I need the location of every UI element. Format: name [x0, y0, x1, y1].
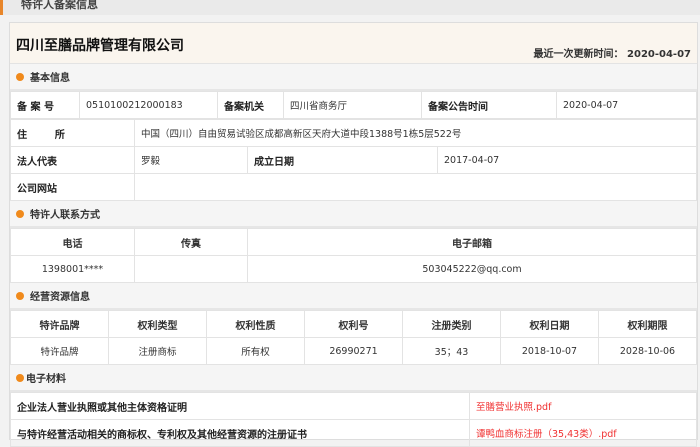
label: 法人代表 — [10, 146, 135, 174]
label: 住 所 — [10, 119, 135, 147]
email: 503045222@qq.com — [247, 255, 697, 283]
section-basic: 基本信息 — [10, 64, 697, 91]
section-resources: 经营资源信息 — [10, 283, 697, 310]
authority: 四川省商务厅 — [283, 91, 422, 119]
bullet-icon — [16, 373, 24, 382]
bullet-icon — [16, 209, 24, 218]
record-no: 0510100212000183 — [79, 91, 218, 119]
label: 备 案 号 — [10, 91, 80, 119]
basic-info-table-2: 住 所中国（四川）自由贸易试验区成都高新区天府大道中段1388号1栋5层522号… — [10, 119, 697, 201]
file-link[interactable]: 谭鸭血商标注册（35,43类）.pdf — [476, 429, 617, 440]
basic-info-table: 备 案 号 0510100212000183 备案机关 四川省商务厅 备案公告时间 202… — [10, 91, 697, 119]
material-label: 与特许经营活动相关的商标权、专利权及其他经营资源的注册证书 — [10, 419, 470, 447]
cell: 35；43 — [402, 337, 501, 365]
last-updated: 最近一次更新时间： 2020-04-07 — [533, 49, 691, 60]
resources-table: 特许品牌 权利类型 权利性质 权利号 注册类别 权利日期 权利期限 特许品牌 注册商标 所有权 2… — [10, 310, 697, 365]
header-cell: 权利期限 — [598, 310, 697, 338]
label: 成立日期 — [247, 146, 438, 174]
header-cell: 权利日期 — [500, 310, 599, 338]
label: 公司网站 — [10, 173, 135, 201]
section-contact: 特许人联系方式 — [10, 201, 697, 228]
company-header: 四川至膳品牌管理有限公司 最近一次更新时间： 2020-04-07 — [10, 23, 697, 64]
fax — [134, 255, 248, 283]
cell: 特许品牌 — [10, 337, 109, 365]
bullet-icon — [16, 72, 24, 81]
phone: 1398001**** — [10, 255, 135, 283]
cell: 2028-10-06 — [598, 337, 697, 365]
header-cell: 权利号 — [304, 310, 403, 338]
cell: 26990271 — [304, 337, 403, 365]
cell: 注册商标 — [108, 337, 207, 365]
bullet-icon — [16, 291, 24, 300]
tab-title: 特许人备案信息 — [21, 0, 98, 11]
label: 备案机关 — [217, 91, 284, 119]
page-tab: 特许人备案信息 — [0, 0, 700, 15]
founded-date: 2017-04-07 — [437, 146, 697, 174]
header-cell: 特许品牌 — [10, 310, 109, 338]
header-cell: 传真 — [134, 228, 248, 256]
legal-rep: 罗毅 — [134, 146, 248, 174]
section-materials: 电子材料 — [10, 365, 697, 392]
cell: 2018-10-07 — [500, 337, 599, 365]
header-cell: 电话 — [10, 228, 135, 256]
header-cell: 注册类别 — [402, 310, 501, 338]
label: 备案公告时间 — [421, 91, 557, 119]
table-row: 特许品牌 注册商标 所有权 26990271 35；43 2018-10-07 2028-1… — [10, 337, 697, 365]
contact-table: 电话 传真 电子邮箱 1398001**** 503045222@qq.com — [10, 228, 697, 283]
notice-time: 2020-04-07 — [556, 91, 697, 119]
company-name: 四川至膳品牌管理有限公司 — [16, 38, 184, 54]
record-panel: 四川至膳品牌管理有限公司 最近一次更新时间： 2020-04-07 基本信息 备… — [9, 22, 698, 447]
address: 中国（四川）自由贸易试验区成都高新区天府大道中段1388号1栋5层522号 — [134, 119, 697, 147]
list-item: 与特许经营活动相关的商标权、专利权及其他经营资源的注册证书 谭鸭血商标注册（35,… — [10, 419, 697, 447]
header-cell: 权利类型 — [108, 310, 207, 338]
cell: 所有权 — [206, 337, 305, 365]
file-link[interactable]: 至膳营业执照.pdf — [476, 402, 551, 413]
list-item: 企业法人营业执照或其他主体资格证明 至膳营业执照.pdf — [10, 392, 697, 420]
header-cell: 电子邮箱 — [247, 228, 697, 256]
material-label: 企业法人营业执照或其他主体资格证明 — [10, 392, 470, 420]
header-cell: 权利性质 — [206, 310, 305, 338]
materials-table: 企业法人营业执照或其他主体资格证明 至膳营业执照.pdf 与特许经营活动相关的商标… — [10, 392, 697, 447]
website — [134, 173, 697, 201]
